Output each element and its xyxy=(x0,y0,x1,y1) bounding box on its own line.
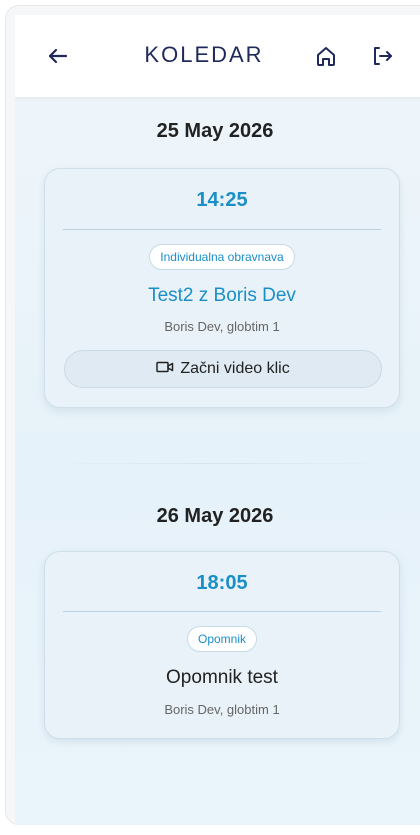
event-title: Opomnik test xyxy=(166,667,278,688)
page-title: KOLEDAR xyxy=(144,42,264,67)
video-camera-icon xyxy=(156,360,174,379)
calendar-screen: KOLEDAR 25 May 2026 14:25 Individualna o… xyxy=(15,15,420,825)
event-time: 18:05 xyxy=(196,572,248,594)
logout-button[interactable] xyxy=(368,44,396,72)
card-divider xyxy=(63,611,381,612)
home-icon xyxy=(314,44,338,73)
event-card[interactable]: 18:05 Opomnik Opomnik test Boris Dev, gl… xyxy=(44,551,400,739)
event-participants: Boris Dev, globtim 1 xyxy=(164,702,280,717)
top-bar: KOLEDAR xyxy=(15,15,420,97)
event-type-badge: Individualna obravnava xyxy=(149,244,295,270)
date-heading: 26 May 2026 xyxy=(156,505,274,527)
event-type-badge: Opomnik xyxy=(186,626,258,652)
badge-row: Opomnik xyxy=(45,626,399,652)
event-participants: Boris Dev, globtim 1 xyxy=(164,319,280,334)
event-title: Test2 z Boris Dev xyxy=(148,285,296,306)
start-video-call-label: Začni video klic xyxy=(180,360,290,377)
badge-row: Individualna obravnava xyxy=(45,244,399,270)
date-heading: 25 May 2026 xyxy=(156,120,274,142)
logout-icon xyxy=(370,44,394,73)
home-button[interactable] xyxy=(312,44,340,72)
card-divider xyxy=(63,229,381,230)
event-card[interactable]: 14:25 Individualna obravnava Test2 z Bor… xyxy=(44,168,400,408)
event-time: 14:25 xyxy=(196,189,248,211)
day-separator xyxy=(45,463,395,464)
start-video-call-button[interactable]: Začni video klic xyxy=(64,350,382,388)
